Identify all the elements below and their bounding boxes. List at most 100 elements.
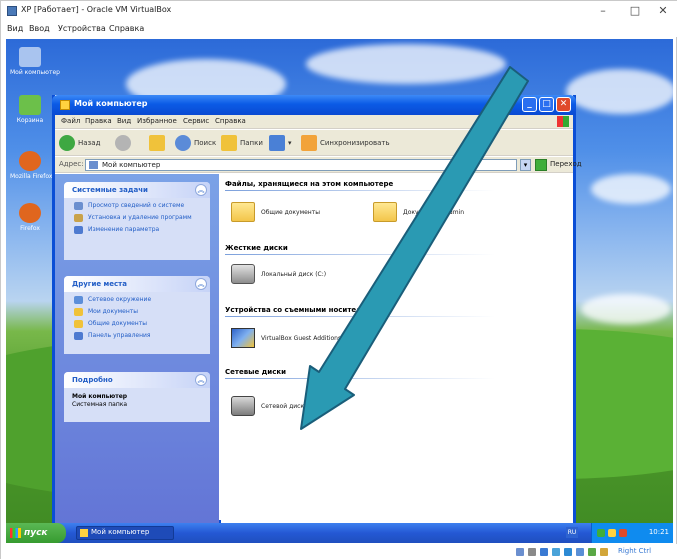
back-button[interactable]: Назад (59, 134, 100, 152)
address-input[interactable]: Мой компьютер (85, 159, 517, 171)
windows-logo-icon (557, 116, 569, 127)
control-panel-link[interactable]: Панель управления (70, 332, 210, 340)
menu-file[interactable]: Файл (61, 117, 80, 125)
display-status-icon[interactable] (564, 548, 572, 556)
collapse-chevron-icon[interactable]: ︽ (195, 374, 207, 386)
go-button-label[interactable]: Переход (550, 160, 582, 168)
language-indicator[interactable]: RU (566, 527, 578, 538)
host-menu-help[interactable]: Справка (109, 24, 144, 33)
search-button[interactable]: Поиск (175, 134, 216, 152)
firefox-icon (19, 203, 41, 223)
desktop-icon-label: Корзина (16, 117, 44, 124)
my-documents-link[interactable]: Мои документы (70, 308, 210, 316)
host-key-label: Right Ctrl (618, 547, 652, 555)
mouse-integration-icon[interactable] (600, 548, 608, 556)
folders-button[interactable]: Папки (221, 134, 263, 152)
network-drive-icon (231, 396, 255, 416)
recording-status-icon[interactable] (588, 548, 596, 556)
menu-view[interactable]: Вид (117, 117, 131, 125)
desktop-icon-firefox[interactable]: Firefox (10, 203, 50, 232)
details-title: Подробно (72, 376, 113, 384)
desktop-icon-my-computer[interactable]: Мой компьютер (10, 47, 60, 76)
sync-button[interactable]: Синхронизировать (301, 134, 390, 152)
wallpaper-cloud (591, 174, 671, 204)
cd-drive-item[interactable]: VirtualBox Guest Additions (D:) (231, 328, 354, 348)
network-places-link[interactable]: Сетевое окружение (70, 296, 210, 304)
add-remove-icon (74, 214, 83, 222)
admin-documents-item-label: Документы - Admin (403, 208, 465, 216)
other-places-header[interactable]: Другие места ︽ (64, 276, 210, 292)
add-remove-programs-link[interactable]: Установка и удаление программ (70, 214, 210, 222)
network-status-icon[interactable] (576, 548, 584, 556)
shared-documents-label: Общие документы (88, 320, 147, 327)
menu-favorites[interactable]: Избранное (137, 117, 177, 125)
explorer-titlebar[interactable]: Мой компьютер _ □ ✕ (52, 95, 576, 115)
up-folder-button[interactable] (149, 134, 168, 152)
admin-documents-item[interactable]: Документы - Admin (373, 202, 464, 222)
my-computer-small-icon (89, 161, 98, 169)
sync-label: Синхронизировать (320, 139, 390, 147)
desktop-icon-label: Мой компьютер (10, 69, 60, 76)
collapse-chevron-icon[interactable]: ︽ (195, 278, 207, 290)
optical-drive-status-icon[interactable] (528, 548, 536, 556)
search-icon (175, 135, 191, 151)
desktop-icon-recycle-bin[interactable]: Корзина (10, 95, 50, 124)
folder-icon (74, 308, 83, 316)
virtualbox-host-window: XP [Работает] - Oracle VM VirtualBox – □… (0, 0, 677, 560)
tray-shield-icon[interactable] (597, 529, 605, 537)
network-drive-item[interactable]: Сетевой диск (Z:) (231, 396, 317, 416)
menu-help[interactable]: Справка (215, 117, 246, 125)
forward-arrow-icon (115, 135, 131, 151)
host-titlebar: XP [Работает] - Oracle VM VirtualBox – □… (1, 1, 677, 21)
shared-folders-status-icon[interactable] (552, 548, 560, 556)
host-close-button[interactable]: ✕ (652, 3, 674, 19)
shared-documents-item[interactable]: Общие документы (231, 202, 320, 222)
host-menu-devices[interactable]: Устройства (58, 24, 106, 33)
back-label: Назад (78, 139, 101, 147)
collapse-chevron-icon[interactable]: ︽ (195, 184, 207, 196)
host-menu-input[interactable]: Ввод (29, 24, 50, 33)
window-maximize-button[interactable]: □ (539, 97, 554, 112)
system-tasks-header[interactable]: Системные задачи ︽ (64, 182, 210, 198)
taskbar-button-my-computer[interactable]: Мой компьютер (76, 526, 174, 540)
host-menu-view[interactable]: Вид (7, 24, 23, 33)
host-window-title: XP [Работает] - Oracle VM VirtualBox (21, 5, 172, 14)
usb-status-icon[interactable] (540, 548, 548, 556)
tray-network-icon[interactable] (608, 529, 616, 537)
details-header[interactable]: Подробно ︽ (64, 372, 210, 388)
host-minimize-button[interactable]: – (592, 3, 614, 19)
my-computer-title-icon (60, 100, 70, 110)
explorer-menubar: Файл Правка Вид Избранное Сервис Справка (55, 115, 573, 129)
change-setting-label: Изменение параметра (88, 226, 160, 233)
folder-icon (231, 202, 255, 222)
system-tray: 10:21 (591, 523, 673, 543)
desktop-icon-mozilla-firefox[interactable]: Mozilla Firefox (10, 151, 52, 180)
network-drive-item-label: Сетевой диск (Z:) (261, 402, 317, 410)
address-dropdown-button[interactable]: ▾ (520, 159, 531, 171)
sync-icon (301, 135, 317, 151)
details-panel: Подробно ︽ Мой компьютер Системная папка (64, 372, 210, 422)
tray-alert-icon[interactable] (619, 529, 627, 537)
window-minimize-button[interactable]: _ (522, 97, 537, 112)
virtualbox-app-icon (7, 6, 17, 16)
go-arrow-icon[interactable] (535, 159, 547, 171)
control-panel-icon (74, 226, 83, 234)
menu-edit[interactable]: Правка (85, 117, 112, 125)
group-network-drives-title: Сетевые диски (225, 368, 286, 376)
views-button[interactable]: ▾ (269, 134, 292, 152)
hdd-status-icon[interactable] (516, 548, 524, 556)
start-button[interactable]: пуск (6, 523, 66, 543)
view-system-info-link[interactable]: Просмотр сведений о системе (70, 202, 210, 210)
local-disk-item[interactable]: Локальный диск (C:) (231, 264, 326, 284)
group-hard-drives-title: Жесткие диски (225, 244, 288, 252)
cd-drive-item-label: VirtualBox Guest Additions (D:) (261, 334, 355, 342)
host-maximize-button[interactable]: □ (624, 3, 646, 19)
menu-tools[interactable]: Сервис (183, 117, 209, 125)
shared-documents-link[interactable]: Общие документы (70, 320, 210, 328)
address-value: Мой компьютер (102, 161, 161, 169)
forward-button[interactable] (115, 134, 134, 152)
group-divider (225, 190, 495, 191)
other-places-title: Другие места (72, 280, 127, 288)
change-setting-link[interactable]: Изменение параметра (70, 226, 210, 234)
window-close-button[interactable]: ✕ (556, 97, 571, 112)
